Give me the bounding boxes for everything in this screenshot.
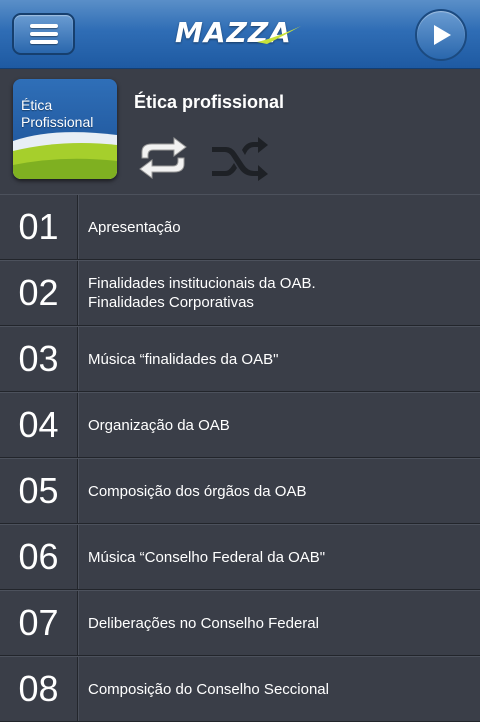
track-title: Apresentação [88,218,181,236]
hamburger-menu-icon [30,24,58,28]
repeat-button[interactable] [134,132,192,184]
track-row[interactable]: 01 Apresentação [0,194,480,260]
menu-button[interactable] [12,13,75,55]
shuffle-button[interactable] [208,137,272,181]
track-number: 03 [0,327,78,391]
track-list: 01 Apresentação 02 Finalidades instituci… [0,194,480,722]
track-number: 06 [0,525,78,589]
play-button[interactable] [415,9,467,61]
track-title-line2: Finalidades Corporativas [88,294,254,311]
cover-text-line2: Profissional [21,114,94,130]
track-row[interactable]: 06 Música “Conselho Federal da OAB" [0,524,480,590]
cover-text-line1: Ética [21,97,53,113]
track-title: Música “Conselho Federal da OAB" [88,548,326,566]
track-row[interactable]: 07 Deliberações no Conselho Federal [0,590,480,656]
hamburger-menu-icon [30,32,58,36]
hamburger-menu-icon [30,40,58,44]
track-row[interactable]: 03 Música “finalidades da OAB" [0,326,480,392]
track-row[interactable]: 08 Composição do Conselho Seccional [0,656,480,722]
track-title: Composição do Conselho Seccional [88,680,329,698]
track-title: Finalidades institucionais da OAB. Final… [88,261,460,325]
top-bar: MAZZA [0,0,480,69]
track-row[interactable]: 04 Organização da OAB [0,392,480,458]
track-number: 05 [0,459,78,523]
track-row[interactable]: 05 Composição dos órgãos da OAB [0,458,480,524]
album-cover-text: Ética Profissional [21,97,93,131]
track-number: 02 [0,261,78,325]
track-number: 04 [0,393,78,457]
album-header: Ética Profissional Ética profissional [0,69,480,194]
shuffle-icon [212,137,268,181]
track-number: 07 [0,591,78,655]
track-title: Deliberações no Conselho Federal [88,614,319,632]
play-icon [434,25,451,45]
track-title: Organização da OAB [88,416,230,434]
track-number: 08 [0,657,78,721]
track-title: Música “finalidades da OAB" [88,350,279,368]
track-number: 01 [0,195,78,259]
repeat-icon [139,137,187,179]
track-row[interactable]: 02 Finalidades institucionais da OAB. Fi… [0,260,480,326]
logo-swoosh-icon [257,26,301,44]
track-title: Composição dos órgãos da OAB [88,482,307,500]
album-title: Ética profissional [134,92,285,112]
album-cover: Ética Profissional [13,79,117,179]
track-title-line1: Finalidades institucionais da OAB. [88,275,316,292]
